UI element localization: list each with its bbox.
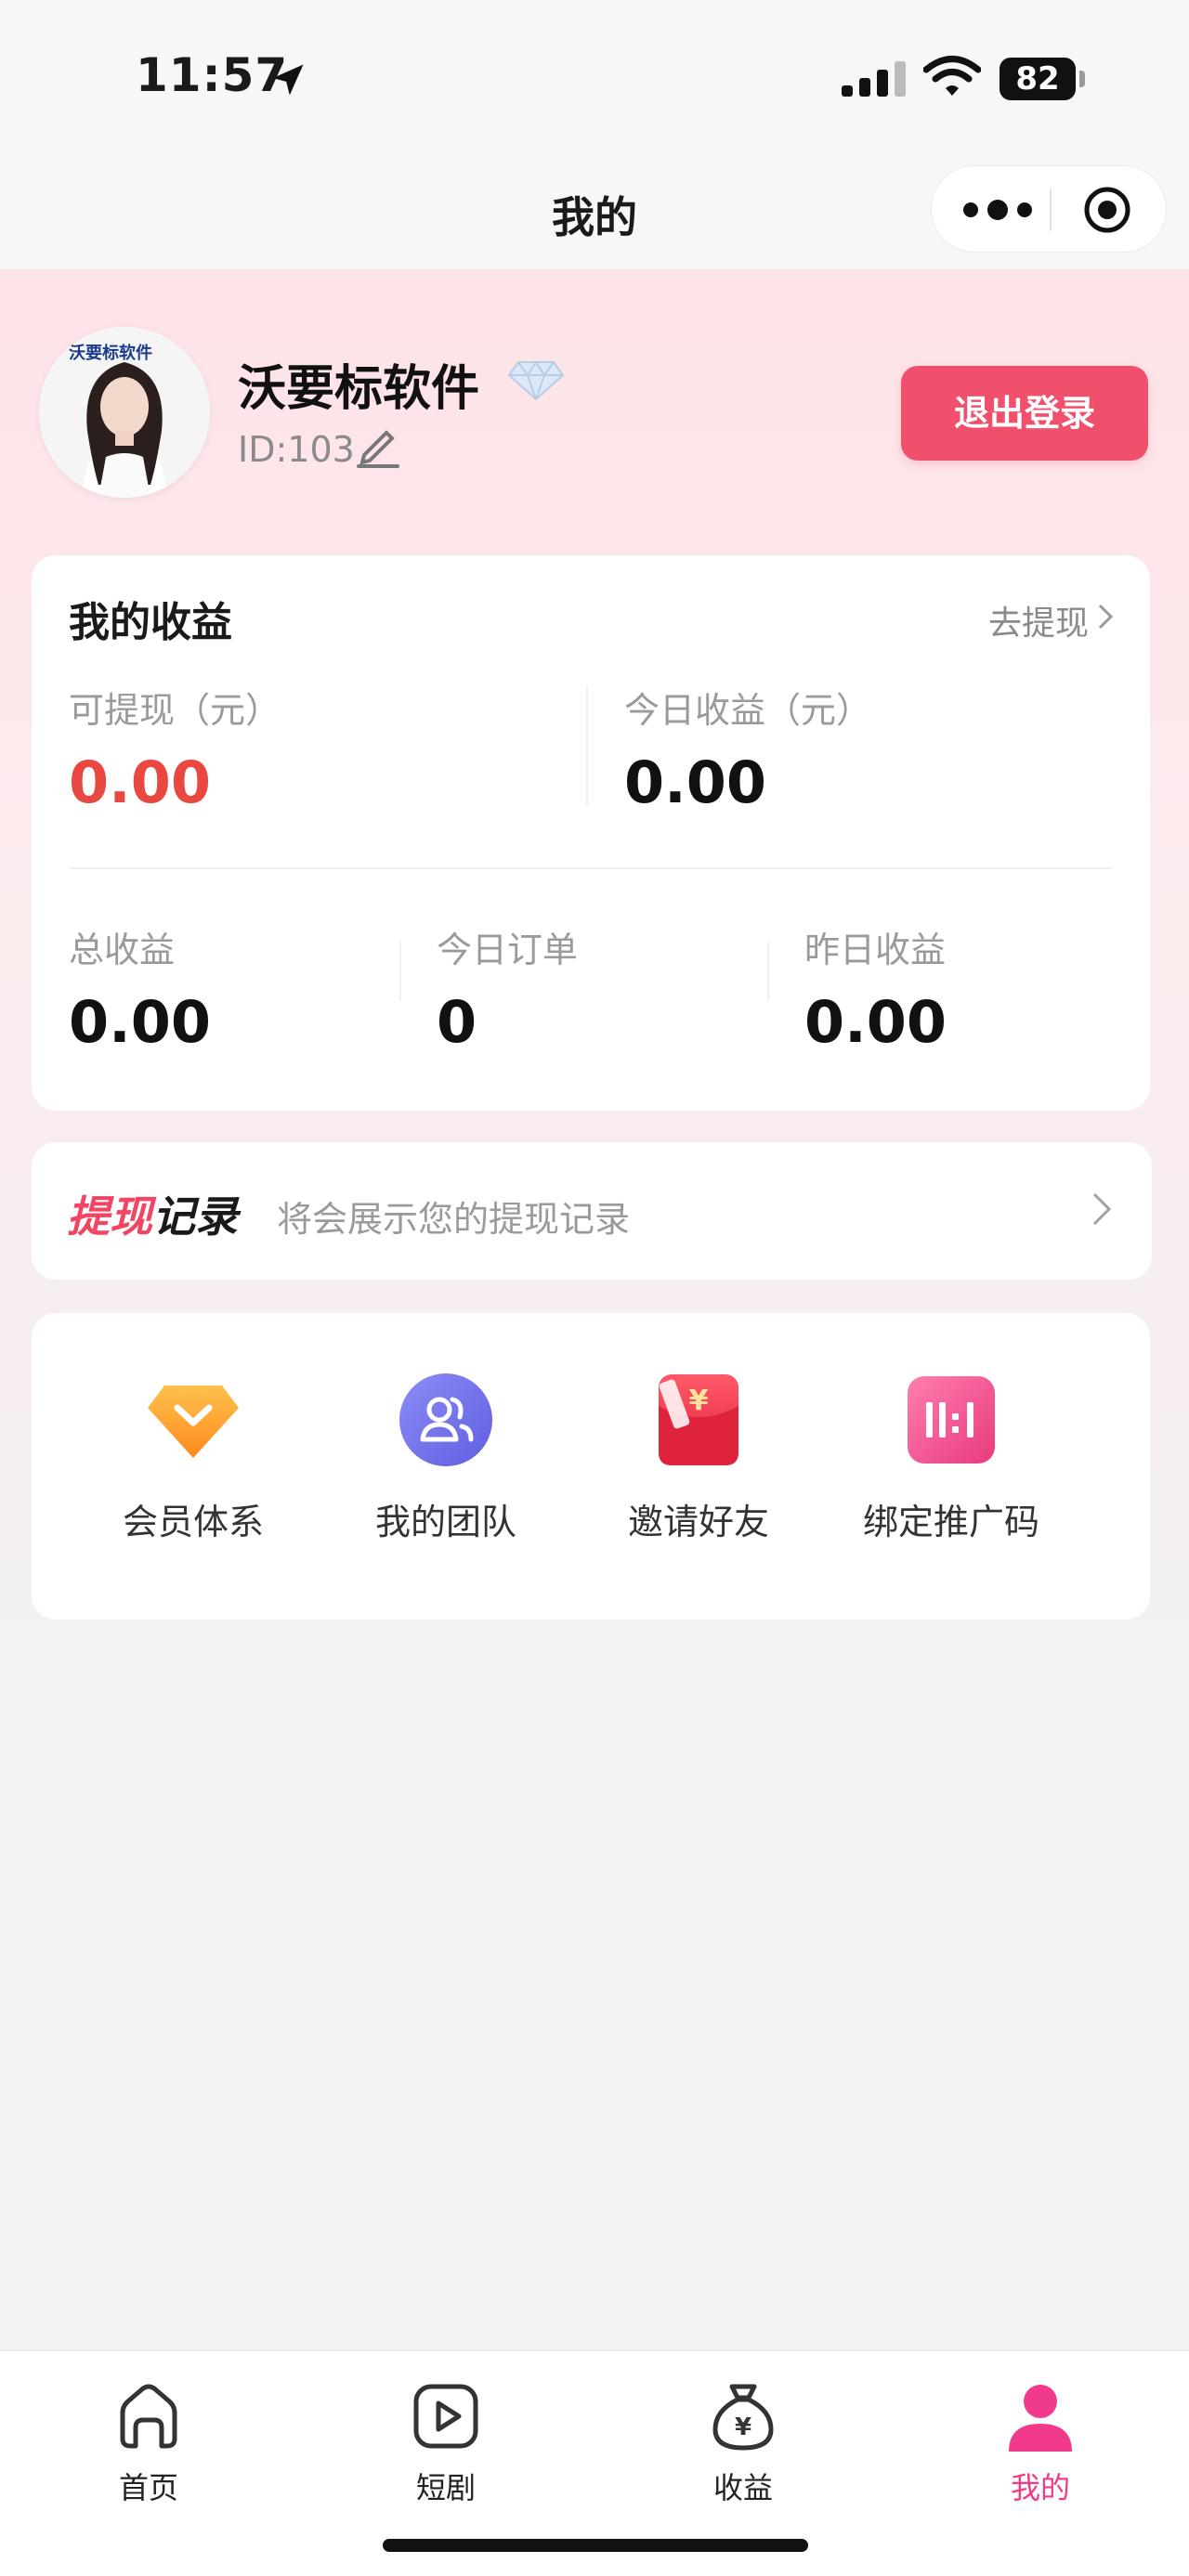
withdraw-link[interactable]: 去提现: [988, 596, 1089, 644]
grid-label: 会员体系: [122, 1502, 264, 1542]
withdraw-record-title-red: 提现: [67, 1191, 152, 1242]
divider: [586, 685, 588, 806]
play-icon: [413, 2384, 478, 2449]
tab-label: 收益: [712, 2470, 773, 2505]
withdraw-record-title-dark: 记录: [152, 1191, 238, 1242]
username: 沃要标软件: [238, 361, 480, 417]
nav-bar: 我的: [0, 158, 1189, 269]
grid-item-promo-code[interactable]: 绑定推广码: [830, 1369, 1072, 1544]
function-grid: 会员体系 我的团队 ¥ 邀请好友 绑定推广码: [32, 1313, 1150, 1620]
promo-code-icon: [900, 1369, 1002, 1471]
today-orders-value: 0: [437, 988, 477, 1056]
tab-label: 首页: [118, 2470, 178, 2505]
diamond-icon: [507, 360, 565, 401]
team-icon: [395, 1369, 497, 1471]
money-bag-icon: ¥: [712, 2384, 774, 2451]
withdrawable-value: 0.00: [69, 748, 211, 816]
more-icon[interactable]: [958, 194, 1038, 226]
grid-label: 我的团队: [374, 1502, 516, 1542]
user-id: ID:103: [238, 429, 355, 470]
chevron-right-icon[interactable]: [1096, 602, 1115, 631]
today-income-value: 0.00: [624, 748, 766, 816]
user-icon: [1009, 2385, 1072, 2452]
battery-indicator: 82: [1000, 58, 1076, 100]
wifi-icon: [923, 56, 981, 96]
grid-item-invite[interactable]: ¥ 邀请好友: [578, 1369, 819, 1544]
chevron-right-icon: [1092, 1192, 1112, 1226]
red-envelope-icon: ¥: [647, 1369, 750, 1471]
avatar-brand-text: 沃要标软件: [69, 344, 152, 363]
divider: [767, 942, 769, 1001]
battery-cap: [1079, 71, 1085, 87]
page: 11:57 82 我的 沃要标软件 沃要标软件 ID:103 退出登录 我的收益…: [0, 0, 1189, 2576]
capsule-divider: [1050, 189, 1052, 231]
tab-drama[interactable]: 短剧: [353, 2379, 539, 2507]
grid-item-vip[interactable]: 会员体系: [72, 1369, 314, 1544]
today-orders-label: 今日订单: [437, 930, 579, 970]
tab-label: 短剧: [415, 2470, 476, 2505]
yesterday-income-value: 0.00: [804, 988, 947, 1056]
total-income-value: 0.00: [69, 988, 211, 1056]
logout-button[interactable]: 退出登录: [901, 366, 1148, 461]
earnings-card: 我的收益 去提现 可提现（元） 0.00 今日收益（元） 0.00 总收益 0.…: [32, 555, 1150, 1111]
withdrawable-label: 可提现（元）: [69, 690, 281, 731]
home-indicator: [383, 2539, 808, 2552]
divider: [399, 942, 401, 1001]
status-time: 11:57: [136, 48, 289, 102]
total-income-label: 总收益: [69, 930, 176, 970]
withdraw-record-description: 将会展示您的提现记录: [277, 1199, 631, 1240]
tab-home[interactable]: 首页: [56, 2379, 242, 2507]
tab-mine[interactable]: 我的: [947, 2379, 1133, 2507]
svg-text:¥: ¥: [689, 1385, 709, 1417]
grid-item-team[interactable]: 我的团队: [325, 1369, 567, 1544]
location-arrow-icon: [272, 64, 304, 96]
mini-program-capsule: [931, 165, 1167, 253]
grid-label: 绑定推广码: [862, 1502, 1039, 1542]
edit-icon[interactable]: [353, 420, 403, 470]
today-income-label: 今日收益（元）: [624, 690, 872, 731]
withdraw-record-row[interactable]: 提现记录 将会展示您的提现记录: [32, 1142, 1152, 1280]
divider: [69, 867, 1113, 869]
yesterday-income-label: 昨日收益: [804, 930, 947, 970]
svg-text:¥: ¥: [735, 2413, 751, 2441]
tab-label: 我的: [1010, 2470, 1070, 2505]
earnings-title: 我的收益: [69, 599, 232, 646]
grid-label: 邀请好友: [627, 1502, 769, 1542]
close-target-icon[interactable]: [1083, 186, 1131, 234]
cellular-signal-icon: [842, 61, 906, 97]
vip-icon: [142, 1369, 244, 1471]
withdraw-record-title: 提现记录: [67, 1183, 238, 1244]
avatar[interactable]: 沃要标软件: [39, 327, 210, 498]
home-icon: [120, 2384, 177, 2449]
tab-income[interactable]: ¥ 收益: [650, 2379, 836, 2507]
status-bar: 11:57 82: [0, 0, 1189, 158]
